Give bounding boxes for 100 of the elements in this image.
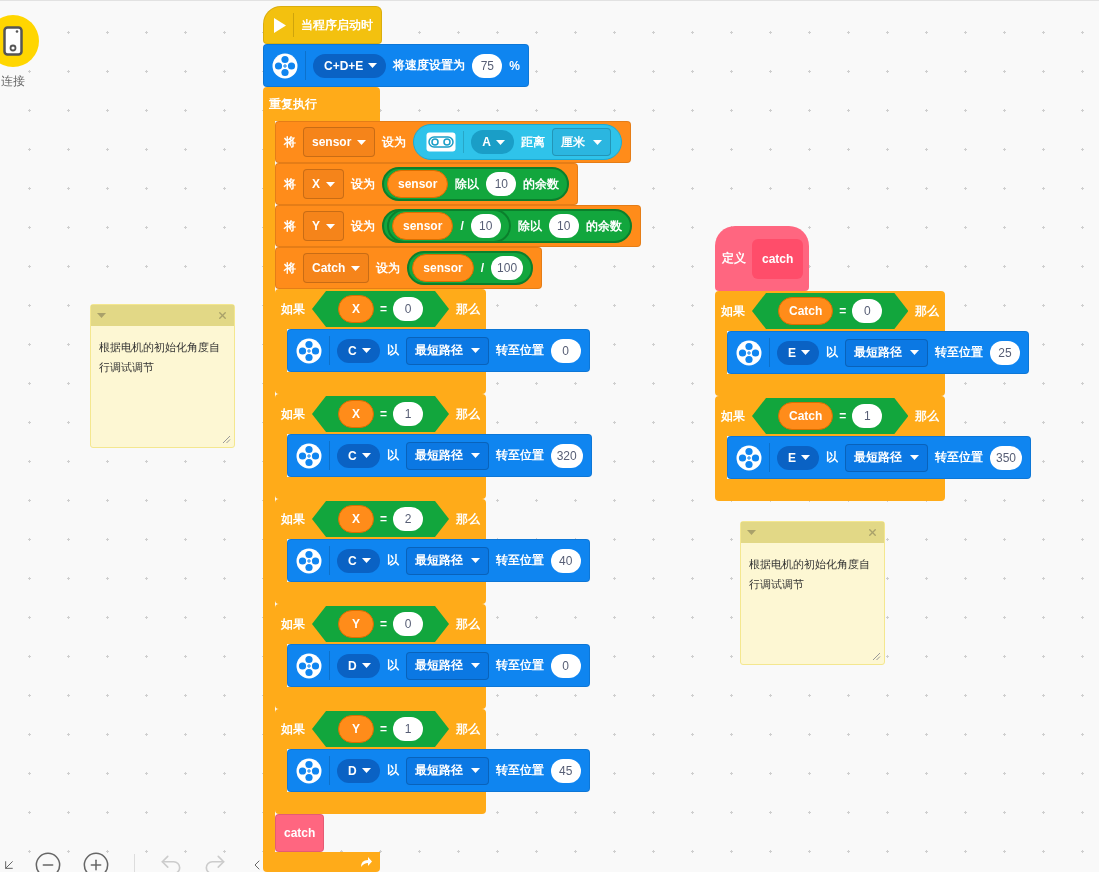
block-label: 如果 xyxy=(281,615,305,633)
resize-handle-icon[interactable] xyxy=(222,435,231,444)
caret-icon xyxy=(910,455,919,460)
block-label: 那么 xyxy=(456,405,480,423)
number-input[interactable]: 0 xyxy=(550,653,581,678)
number-input[interactable]: 75 xyxy=(472,53,503,78)
variable-reporter: X xyxy=(338,505,374,533)
number-input[interactable]: 100 xyxy=(491,256,524,280)
block-label: 转至位置 xyxy=(495,552,544,569)
caret-icon xyxy=(801,455,810,460)
block-label: 的余数 xyxy=(585,217,622,235)
caret-icon xyxy=(910,350,919,355)
number-input[interactable]: 0 xyxy=(550,338,581,363)
port-dropdown[interactable]: C xyxy=(337,443,380,468)
variable-reporter: sensor xyxy=(412,254,474,282)
caret-icon xyxy=(361,453,371,458)
block-label: 将 xyxy=(284,133,296,151)
port-dropdown[interactable]: D xyxy=(337,758,380,783)
option-dropdown[interactable]: 最短路径 xyxy=(405,441,489,470)
variable-reporter: X xyxy=(338,400,374,428)
number-input[interactable]: 320 xyxy=(550,443,583,468)
block-label: = xyxy=(380,407,387,421)
block-label: 当程序启动时 xyxy=(301,16,373,34)
block-label: 除以 xyxy=(455,175,480,193)
port-dropdown[interactable]: C+D+E xyxy=(313,53,387,78)
option-dropdown[interactable]: 最短路径 xyxy=(845,443,928,472)
port-dropdown[interactable]: C xyxy=(337,548,380,573)
play-icon xyxy=(274,17,286,33)
option-dropdown[interactable]: 最短路径 xyxy=(405,336,489,365)
block-label: / xyxy=(460,219,464,233)
block-label: 距离 xyxy=(521,133,546,151)
block-label: = xyxy=(380,302,387,316)
caret-icon xyxy=(326,223,335,229)
caret-icon xyxy=(496,139,506,145)
number-input[interactable]: 1 xyxy=(393,402,423,426)
number-input[interactable]: 0 xyxy=(852,299,883,323)
caret-icon xyxy=(470,453,480,458)
number-input[interactable]: 10 xyxy=(470,214,501,238)
port-dropdown[interactable]: D xyxy=(337,653,380,678)
block-label: 定义 xyxy=(722,250,746,267)
number-input[interactable]: 2 xyxy=(393,507,423,531)
block-label: 那么 xyxy=(456,300,480,318)
port-dropdown[interactable]: E xyxy=(777,445,819,470)
zoom-out-icon xyxy=(34,851,62,872)
number-input[interactable]: 350 xyxy=(990,445,1023,470)
motor-icon xyxy=(272,52,298,79)
option-dropdown[interactable]: 最短路径 xyxy=(405,546,489,575)
block-label: 以 xyxy=(386,657,399,674)
block-label: 设为 xyxy=(382,133,407,151)
caret-icon[interactable] xyxy=(747,530,756,535)
device-button[interactable] xyxy=(0,15,39,67)
variable-reporter: Catch xyxy=(778,402,834,430)
option-dropdown[interactable]: 最短路径 xyxy=(405,651,489,680)
number-input[interactable]: 0 xyxy=(393,297,423,321)
note-text: 根据电机的初始化角度自行调试调节 xyxy=(748,557,871,592)
block-label: 如果 xyxy=(281,300,305,318)
number-input[interactable]: 1 xyxy=(393,717,423,741)
block-label: 如果 xyxy=(281,720,305,738)
caret-icon xyxy=(470,558,480,563)
number-input[interactable]: 45 xyxy=(550,758,581,783)
device-label: 连接 xyxy=(1,73,25,90)
block-label: % xyxy=(509,58,521,73)
block-label: 以 xyxy=(386,342,399,359)
caret-icon xyxy=(326,181,335,187)
block-label: 将速度设置为 xyxy=(393,57,466,74)
number-input[interactable]: 40 xyxy=(550,548,581,573)
block-label: 设为 xyxy=(351,175,375,193)
block-label: = xyxy=(380,617,387,631)
option-dropdown[interactable]: 最短路径 xyxy=(845,338,928,367)
motor-icon xyxy=(296,442,322,469)
number-input[interactable]: 10 xyxy=(548,214,579,238)
caret-icon xyxy=(361,768,371,773)
motor-icon xyxy=(736,339,762,366)
zoom-in-icon xyxy=(82,851,110,872)
block-label: 如果 xyxy=(721,407,745,425)
resize-handle-icon[interactable] xyxy=(872,652,881,661)
option-dropdown[interactable]: 最短路径 xyxy=(405,756,489,785)
number-input[interactable]: 1 xyxy=(852,404,883,428)
block-label: = xyxy=(380,512,387,526)
port-dropdown[interactable]: A xyxy=(471,130,515,154)
motor-icon xyxy=(296,337,322,364)
motor-icon xyxy=(296,652,322,679)
block-label: 转至位置 xyxy=(935,449,983,466)
block-label: = xyxy=(839,304,847,318)
block-label: 以 xyxy=(386,552,399,569)
caret-icon xyxy=(361,663,371,668)
port-dropdown[interactable]: E xyxy=(777,340,819,365)
block-label: 除以 xyxy=(517,217,542,235)
block-label: / xyxy=(480,261,485,275)
close-icon[interactable] xyxy=(867,527,878,538)
block-label: 那么 xyxy=(456,720,480,738)
caret-icon xyxy=(361,558,371,563)
port-dropdown[interactable]: C xyxy=(337,338,380,363)
number-input[interactable]: 10 xyxy=(486,172,517,196)
caret-icon[interactable] xyxy=(97,313,106,318)
caret-icon xyxy=(361,348,371,353)
close-icon[interactable] xyxy=(217,310,228,321)
number-input[interactable]: 0 xyxy=(393,612,423,636)
number-input[interactable]: 25 xyxy=(990,340,1020,365)
block-label: 设为 xyxy=(376,259,401,277)
